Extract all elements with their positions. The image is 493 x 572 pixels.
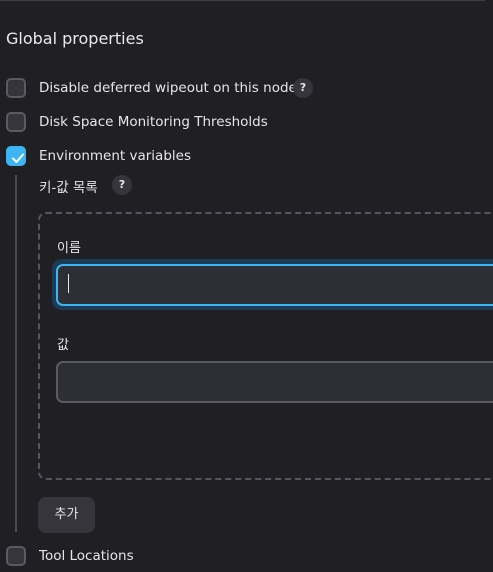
name-field-label: 이름: [57, 241, 81, 256]
disk-space-monitoring-label[interactable]: Disk Space Monitoring Thresholds: [39, 114, 268, 130]
nested-section-rule: [15, 175, 17, 532]
top-divider: [0, 0, 485, 1]
section-title: Global properties: [6, 29, 144, 48]
help-icon-deferred-wipeout[interactable]: ?: [293, 78, 313, 98]
add-button[interactable]: 추가: [38, 497, 95, 533]
disable-deferred-wipeout-label[interactable]: Disable deferred wipeout on this node: [39, 80, 297, 96]
value-input[interactable]: [56, 361, 493, 403]
name-input[interactable]: [56, 264, 493, 306]
environment-variables-checkbox[interactable]: [6, 146, 26, 166]
help-icon-key-value-list[interactable]: ?: [112, 175, 132, 195]
text-caret: [68, 274, 69, 293]
checkmark-icon: [12, 153, 24, 163]
tool-locations-label[interactable]: Tool Locations: [39, 548, 134, 564]
disk-space-monitoring-checkbox[interactable]: [6, 112, 26, 132]
env-var-entry-container: [38, 212, 493, 480]
value-field-label: 값: [57, 338, 69, 353]
environment-variables-label[interactable]: Environment variables: [39, 148, 191, 164]
key-value-list-label: 키-값 목록: [39, 180, 98, 196]
tool-locations-checkbox[interactable]: [6, 546, 26, 566]
disable-deferred-wipeout-checkbox[interactable]: [6, 78, 26, 98]
